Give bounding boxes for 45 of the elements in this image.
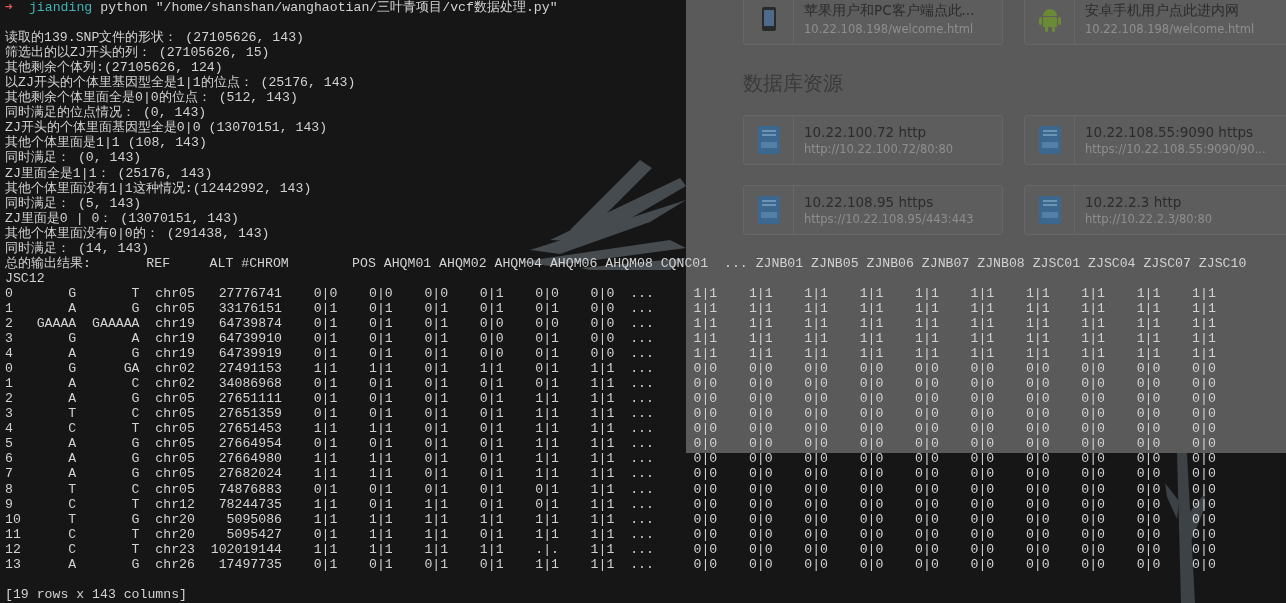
phone-icon xyxy=(760,5,777,32)
output-line: 同时满足： (14, 143) xyxy=(5,240,150,256)
prompt-arrow: ➜ xyxy=(5,0,13,16)
table-row: 1 A G chr05 33176151 0|1 0|1 0|1 0|1 0|1 0|0 ... 1|1 1|1 1|1 1|1 1|1 1|1 1|1 1|1 1|1 1|1 xyxy=(5,300,1216,316)
table-row: 0 G T chr05 27776741 0|0 0|0 0|0 0|1 0|0 0|0 ... 1|1 1|1 1|1 1|1 1|1 1|1 1|1 1|1 1|1 1|1 xyxy=(5,285,1216,301)
book-icon xyxy=(1038,126,1061,154)
output-line: 其他剩余个体列:(27105626, 124) xyxy=(5,60,223,76)
table-row: 8 T C chr05 74876883 0|1 0|1 0|1 0|1 0|1 1|1 ... 0|0 0|0 0|0 0|0 0|0 0|0 0|0 0|0 0|0 0|0 xyxy=(5,481,1216,497)
output-line: 其他个体里面没有0|0的： (291438, 143) xyxy=(5,225,270,241)
table-row: 2 GAAAA GAAAAA chr19 64739874 0|1 0|1 0|1 0|0 0|0 0|0 ... 1|1 1|1 1|1 1|1 1|1 1|1 1|1 1|1 1|1 1|1 xyxy=(5,316,1216,332)
table-row: 7 A G chr05 27682024 1|1 1|1 0|1 0|1 1|1 1|1 ... 0|0 0|0 0|0 0|0 0|0 0|0 0|0 0|0 0|0 0|0 xyxy=(5,466,1216,482)
table-row: 3 G A chr19 64739910 0|1 0|1 0|1 0|0 0|1 0|0 ... 1|1 1|1 1|1 1|1 1|1 1|1 1|1 1|1 1|1 1|1 xyxy=(5,331,1216,347)
command-text: python "/home/shanshan/wanghaotian/三叶青项目/vcf数据处理.py" xyxy=(100,0,558,16)
output-line: 同时满足： (0, 143) xyxy=(5,150,142,166)
table-header: JSC12 xyxy=(5,270,45,286)
table-header: 总的输出结果: REF ALT #CHROM POS AHQM01 AHQM02 AHQM04 AHQM06 AHQM08 CQNC01 ... ZJNB01 ZJNB05 ZJNB06 ZJNB07 ZJNB08 ZJSC01 ZJSC04 ZJSC07 ZJSC10 xyxy=(5,255,1247,271)
output-line: 筛选出的以ZJ开头的列： (27105626, 15) xyxy=(5,45,270,61)
output-line: 其他个体里面没有1|1这种情况:(12442992, 143) xyxy=(5,180,312,196)
book-icon xyxy=(757,196,780,224)
output-line: 同时满足的位点情况： (0, 143) xyxy=(5,105,207,121)
directory-name: jianding xyxy=(28,0,93,16)
table-row: 2 A G chr05 27651111 0|1 0|1 0|1 0|1 1|1 1|1 ... 0|0 0|0 0|0 0|0 0|0 0|0 0|0 0|0 0|0 0|0 xyxy=(5,391,1216,407)
output-line: ZJ里面是0 | 0： (13070151, 143) xyxy=(5,210,240,226)
table-row: 1 A C chr02 34086968 0|1 0|1 0|1 0|1 0|1 1|1 ... 0|0 0|0 0|0 0|0 0|0 0|0 0|0 0|0 0|0 0|0 xyxy=(5,376,1216,392)
output-line: 其他剩余个体里面全是0|0的位点： (512, 143) xyxy=(5,90,298,106)
book-icon xyxy=(1038,196,1061,224)
output-line: 同时满足： (5, 143) xyxy=(5,195,142,211)
output-line: 其他个体里面是1|1 (108, 143) xyxy=(5,135,207,151)
table-row: 0 G GA chr02 27491153 1|1 1|1 0|1 1|1 0|1 1|1 ... 0|0 0|0 0|0 0|0 0|0 0|0 0|0 0|0 0|0 0|0 xyxy=(5,361,1216,377)
output-line: ZJ开头的个体里面基因型全是0|0 (13070151, 143) xyxy=(5,120,328,136)
table-row: 10 T G chr20 5095086 1|1 1|1 1|1 1|1 1|1 1|1 ... 0|0 0|0 0|0 0|0 0|0 0|0 0|0 0|0 0|0 0|0 xyxy=(5,511,1216,527)
table-row: 13 A G chr26 17497735 0|1 0|1 0|1 0|1 1|1 1|1 ... 0|0 0|0 0|0 0|0 0|0 0|0 0|0 0|0 0|0 0|0 xyxy=(5,556,1216,572)
table-row: 9 C T chr12 78244735 1|1 0|1 1|1 0|1 0|1 1|1 ... 0|0 0|0 0|0 0|0 0|0 0|0 0|0 0|0 0|0 0|0 xyxy=(5,496,1216,512)
book-icon xyxy=(757,126,780,154)
output-line: ZJ里面全是1|1： (25176, 143) xyxy=(5,165,213,181)
output-line: 以ZJ开头的个体里基因型全是1|1的位点： (25176, 143) xyxy=(5,75,356,91)
table-row: 3 T C chr05 27651359 0|1 0|1 0|1 0|1 1|1 1|1 ... 0|0 0|0 0|0 0|0 0|0 0|0 0|0 0|0 0|0 0|0 xyxy=(5,406,1216,422)
table-row: 4 A G chr19 64739919 0|1 0|1 0|1 0|0 0|1 0|0 ... 1|1 1|1 1|1 1|1 1|1 1|1 1|1 1|1 1|1 1|1 xyxy=(5,346,1216,362)
table-row: 12 C T chr23 102019144 1|1 1|1 1|1 1|1 .|. 1|1 ... 0|0 0|0 0|0 0|0 0|0 0|0 0|0 0|0 0|0 0|0 xyxy=(5,541,1216,557)
output-line: 读取的139.SNP文件的形状： (27105626, 143) xyxy=(5,30,305,46)
table-row: 5 A G chr05 27664954 0|1 0|1 0|1 0|1 1|1 1|1 ... 0|0 0|0 0|0 0|0 0|0 0|0 0|0 0|0 0|0 0|0 xyxy=(5,436,1216,452)
table-row: 11 C T chr20 5095427 0|1 1|1 1|1 0|1 1|1 1|1 ... 0|0 0|0 0|0 0|0 0|0 0|0 0|0 0|0 0|0 0|0 xyxy=(5,526,1216,542)
table-row: 4 C T chr05 27651453 1|1 1|1 0|1 0|1 1|1 1|1 ... 0|0 0|0 0|0 0|0 0|0 0|0 0|0 0|0 0|0 0|0 xyxy=(5,421,1216,437)
output-line: [19 rows x 143 columns] xyxy=(5,586,188,602)
table-row: 6 A G chr05 27664980 1|1 1|1 0|1 0|1 1|1 1|1 ... 0|0 0|0 0|0 0|0 0|0 0|0 0|0 0|0 0|0 0|0 xyxy=(5,451,1216,467)
